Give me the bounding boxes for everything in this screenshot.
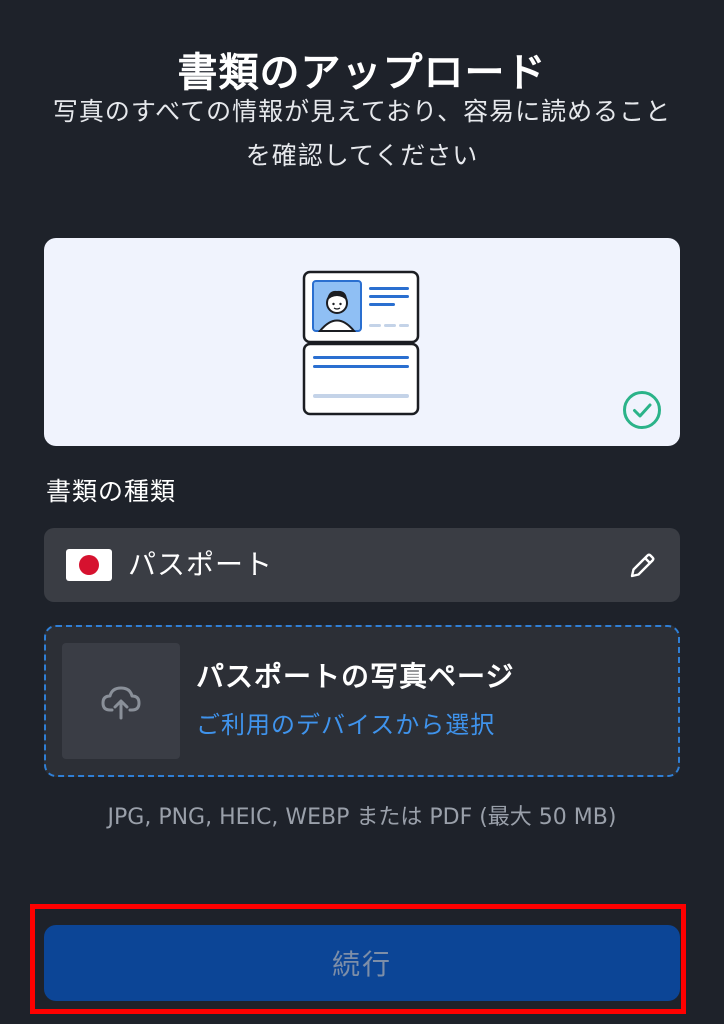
document-type-label: 書類の種類 xyxy=(46,477,177,506)
upload-placeholder-thumbnail[interactable] xyxy=(62,643,180,759)
cloud-upload-icon xyxy=(101,686,141,720)
check-circle-icon xyxy=(623,391,661,429)
select-from-device-link[interactable]: ご利用のデバイスから選択 xyxy=(196,705,495,745)
flag-sun xyxy=(79,555,99,575)
document-type-selector[interactable]: パスポート xyxy=(44,528,680,602)
pencil-icon[interactable] xyxy=(626,550,658,582)
passport-upload-dropzone[interactable]: パスポートの写真ページ ご利用のデバイスから選択 xyxy=(44,625,680,777)
japan-flag-icon xyxy=(66,549,112,581)
page-subtitle: 写真のすべての情報が見えており、容易に読めることを確認してください xyxy=(52,97,672,170)
upload-title: パスポートの写真ページ xyxy=(196,660,515,693)
selected-document-type: パスポート xyxy=(128,548,274,581)
file-format-hint: JPG, PNG, HEIC, WEBP または PDF (最大 50 MB) xyxy=(107,805,617,830)
continue-button[interactable]: 続行 xyxy=(44,925,680,1001)
passport-illustration-card xyxy=(44,238,680,446)
passport-illustration-icon xyxy=(302,270,420,416)
